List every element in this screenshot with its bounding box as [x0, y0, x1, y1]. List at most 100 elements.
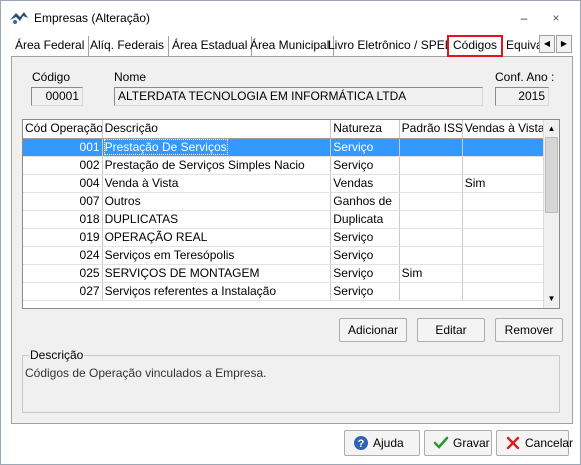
cell-vendas-vista — [462, 156, 546, 175]
tab-aliq-federais[interactable]: Alíq. Federais — [86, 36, 170, 56]
cell-cod: 001 — [23, 138, 103, 157]
table-row[interactable]: 019 OPERAÇÃO REAL Serviço — [23, 228, 546, 247]
tab-codigos[interactable]: Códigos — [447, 35, 504, 57]
table-header-row: Cód Operação Descrição Natureza Padrão I… — [23, 120, 546, 139]
cancel-x-icon — [506, 436, 520, 450]
table-row[interactable]: 018 DUPLICATAS Duplicata — [23, 210, 546, 229]
close-button[interactable]: × — [546, 10, 566, 26]
cell-descricao: Serviços em Teresópolis — [102, 246, 332, 265]
cell-cod: 002 — [23, 156, 103, 175]
minimize-button[interactable]: – — [514, 10, 534, 26]
cell-cod: 018 — [23, 210, 103, 229]
cell-descricao: OPERAÇÃO REAL — [102, 228, 332, 247]
tab-scroll-right-icon[interactable]: ▶ — [556, 35, 572, 53]
cell-cod: 027 — [23, 282, 103, 301]
gravar-button[interactable]: Gravar — [424, 430, 492, 456]
cell-descricao: DUPLICATAS — [102, 210, 332, 229]
col-header-natureza[interactable]: Natureza — [330, 120, 400, 139]
tab-area-estadual[interactable]: Área Estadual — [168, 36, 253, 56]
cell-descricao: Serviços referentes a Instalação — [102, 282, 332, 301]
cell-descricao: Outros — [102, 192, 332, 211]
adicionar-label: Adicionar — [347, 323, 399, 337]
ajuda-label: Ajuda — [373, 436, 404, 450]
cancelar-label: Cancelar — [525, 436, 574, 450]
title-bar: Empresas (Alteração) – × — [1, 1, 580, 31]
scroll-down-icon[interactable]: ▼ — [544, 291, 559, 307]
cell-vendas-vista: Sim — [462, 174, 546, 193]
tab-area-federal[interactable]: Área Federal — [11, 36, 90, 56]
ajuda-button[interactable]: ? Ajuda — [344, 430, 420, 456]
cell-padrao-iss — [399, 210, 463, 229]
cell-padrao-iss: Sim — [399, 264, 463, 283]
tab-area-municipal[interactable]: Área Municipal — [246, 36, 335, 56]
cell-padrao-iss — [399, 246, 463, 265]
cell-vendas-vista — [462, 228, 546, 247]
cell-natureza: Serviço — [330, 156, 400, 175]
conf-ano-label: Conf. Ano : — [495, 70, 555, 84]
cell-vendas-vista — [462, 210, 546, 229]
tab-strip: Área Federal Alíq. Federais Área Estadua… — [11, 35, 573, 57]
cell-natureza: Serviço — [330, 246, 400, 265]
cell-padrao-iss — [399, 192, 463, 211]
tab-scroll-left-icon[interactable]: ◀ — [539, 35, 555, 53]
cell-natureza: Ganhos de — [330, 192, 400, 211]
cell-vendas-vista — [462, 246, 546, 265]
cell-natureza: Duplicata — [330, 210, 400, 229]
col-header-padrao-iss[interactable]: Padrão ISS — [399, 120, 463, 139]
cell-natureza: Vendas — [330, 174, 400, 193]
codigo-field[interactable]: 00001 — [31, 87, 83, 106]
codigos-grid[interactable]: Cód Operação Descrição Natureza Padrão I… — [22, 119, 560, 309]
table-row[interactable]: 001 Prestação De Serviços Serviço — [23, 138, 546, 157]
remover-button[interactable]: Remover — [495, 318, 563, 342]
table-row[interactable]: 007 Outros Ganhos de — [23, 192, 546, 211]
editar-button[interactable]: Editar — [417, 318, 485, 342]
descricao-group-title: Descrição — [29, 348, 85, 362]
cell-natureza: Serviço — [330, 138, 400, 157]
adicionar-button[interactable]: Adicionar — [339, 318, 407, 342]
empresas-window: Empresas (Alteração) – × Área Federal Al… — [0, 0, 581, 465]
grid-scrollbar[interactable]: ▲ ▼ — [543, 120, 559, 308]
codigos-panel: Código 00001 Nome ALTERDATA TECNOLOGIA E… — [11, 57, 573, 424]
cell-padrao-iss — [399, 174, 463, 193]
cell-padrao-iss — [399, 156, 463, 175]
cell-vendas-vista — [462, 264, 546, 283]
cell-padrao-iss — [399, 228, 463, 247]
codigos-table: Cód Operação Descrição Natureza Padrão I… — [23, 120, 546, 301]
cancelar-button[interactable]: Cancelar — [496, 430, 573, 456]
cell-descricao: Venda à Vista — [102, 174, 332, 193]
cell-padrao-iss — [399, 138, 463, 157]
cell-cod: 024 — [23, 246, 103, 265]
gravar-label: Gravar — [453, 436, 490, 450]
editar-label: Editar — [435, 323, 467, 337]
scroll-thumb[interactable] — [545, 137, 558, 213]
table-row[interactable]: 027 Serviços referentes a Instalação Ser… — [23, 282, 546, 301]
cell-descricao: Prestação De Serviços — [102, 138, 332, 157]
table-row[interactable]: 004 Venda à Vista Vendas Sim — [23, 174, 546, 193]
col-header-vendas-vista[interactable]: Vendas à Vista — [462, 120, 546, 139]
table-row[interactable]: 025 SERVIÇOS DE MONTAGEM Serviço Sim — [23, 264, 546, 283]
cell-descricao: SERVIÇOS DE MONTAGEM — [102, 264, 332, 283]
cell-cod: 007 — [23, 192, 103, 211]
scroll-up-icon[interactable]: ▲ — [544, 121, 559, 137]
descricao-groupbox: Descrição Códigos de Operação vinculados… — [22, 348, 560, 413]
nome-field[interactable]: ALTERDATA TECNOLOGIA EM INFORMÁTICA LTDA — [114, 87, 483, 106]
nome-label: Nome — [114, 70, 147, 84]
cell-descricao-text: Prestação De Serviços — [103, 138, 228, 155]
remover-label: Remover — [504, 323, 554, 337]
tab-livro-eletronico-sped[interactable]: Livro Eletrônico / SPED — [324, 36, 459, 56]
cell-cod: 025 — [23, 264, 103, 283]
table-row[interactable]: 002 Prestação de Serviços Simples Nacio … — [23, 156, 546, 175]
descricao-text: Códigos de Operação vinculados a Empresa… — [25, 366, 267, 380]
help-icon: ? — [354, 436, 368, 450]
app-logo-icon — [10, 12, 28, 24]
conf-ano-field[interactable]: 2015 — [495, 87, 549, 106]
codigo-label: Código — [32, 70, 71, 84]
col-header-descricao[interactable]: Descrição — [102, 120, 332, 139]
window-title: Empresas (Alteração) — [34, 11, 151, 25]
cell-natureza: Serviço — [330, 228, 400, 247]
cell-cod: 004 — [23, 174, 103, 193]
cell-natureza: Serviço — [330, 264, 400, 283]
cell-vendas-vista — [462, 192, 546, 211]
table-row[interactable]: 024 Serviços em Teresópolis Serviço — [23, 246, 546, 265]
col-header-cod-operacao[interactable]: Cód Operação — [23, 120, 103, 139]
